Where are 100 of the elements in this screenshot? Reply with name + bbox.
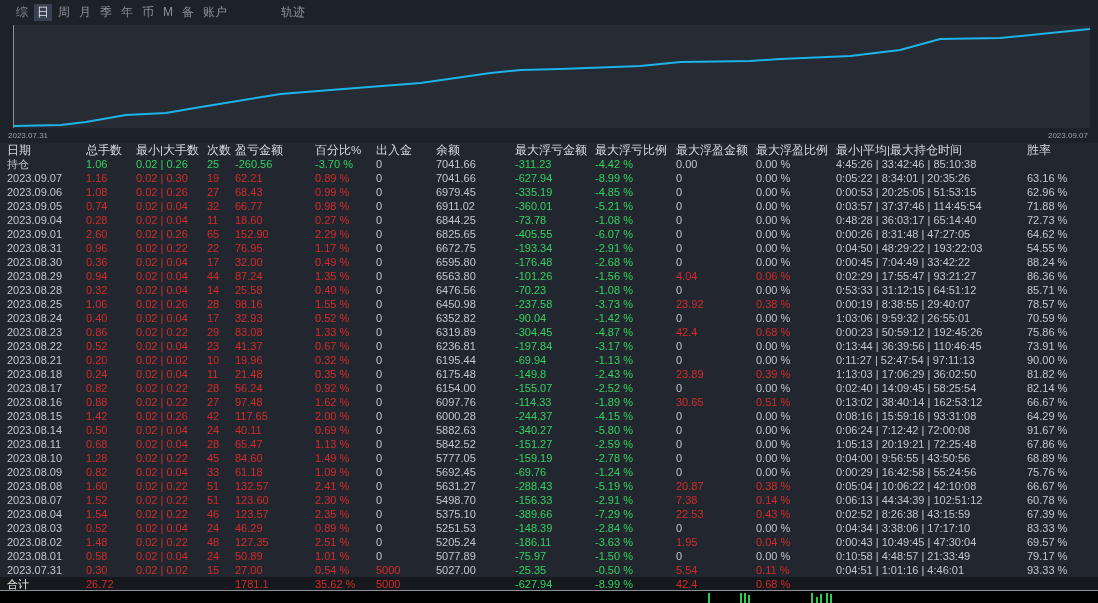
table-cell: 6563.80 bbox=[436, 269, 476, 283]
table-cell: 75.76 % bbox=[1027, 465, 1068, 479]
table-cell: 0:06:13 | 44:34:39 | 102:51:12 bbox=[836, 493, 983, 507]
table-cell: 5842.52 bbox=[436, 437, 476, 451]
tab[interactable]: 轨迹 bbox=[278, 4, 308, 21]
table-cell: 0.02 | 0.02 bbox=[136, 563, 188, 577]
table-cell: -156.33 bbox=[515, 493, 553, 507]
table-cell: 0 bbox=[376, 171, 383, 185]
table-cell: -148.39 bbox=[515, 521, 553, 535]
table-cell: -149.8 bbox=[515, 367, 547, 381]
table-cell: -2.52 % bbox=[595, 381, 633, 395]
tab[interactable]: 月 bbox=[76, 4, 94, 21]
table-cell: 62.96 % bbox=[1027, 185, 1068, 199]
table-cell: 0 bbox=[676, 227, 683, 241]
table-cell: 0.02 | 0.04 bbox=[136, 423, 188, 437]
table-cell: -244.37 bbox=[515, 409, 553, 423]
table-cell: 0.02 | 0.30 bbox=[136, 171, 188, 185]
table-cell: 0 bbox=[376, 493, 383, 507]
table-cell: -0.50 % bbox=[595, 563, 633, 577]
table-cell: 64.62 % bbox=[1027, 227, 1068, 241]
table-cell: 0.11 % bbox=[756, 563, 790, 577]
table-cell: 6236.81 bbox=[436, 339, 476, 353]
table-cell: 0.02 | 0.22 bbox=[136, 493, 188, 507]
table-cell: 98.16 bbox=[235, 297, 263, 311]
tab[interactable]: 季 bbox=[97, 4, 115, 21]
table-cell: 5692.45 bbox=[436, 465, 476, 479]
table-cell: 0.02 | 0.22 bbox=[136, 381, 188, 395]
table-cell: 117.65 bbox=[235, 409, 268, 423]
table-cell: 28 bbox=[207, 381, 220, 395]
table-cell: 45 bbox=[207, 451, 220, 465]
column-header: 最大浮盈金额 bbox=[676, 143, 748, 157]
tab[interactable]: 币 bbox=[139, 4, 157, 21]
table-cell: -3.70 % bbox=[315, 157, 353, 171]
table-cell: 2023.08.09 bbox=[7, 465, 63, 479]
table-cell: 0.40 bbox=[86, 311, 108, 325]
table-cell: 2023.07.31 bbox=[7, 563, 63, 577]
table-cell: 2.30 % bbox=[315, 493, 350, 507]
table-cell: 0.04 % bbox=[756, 535, 791, 549]
table-cell: 67.39 % bbox=[1027, 507, 1068, 521]
tab[interactable]: 综 bbox=[13, 4, 31, 21]
table-cell: 2023.08.07 bbox=[7, 493, 63, 507]
table-cell: -4.87 % bbox=[595, 325, 633, 339]
table-cell: 25 bbox=[207, 157, 220, 171]
column-header: 次数 bbox=[207, 143, 231, 157]
table-cell: 6476.56 bbox=[436, 283, 476, 297]
table-cell: 0.00 % bbox=[756, 549, 791, 563]
table-cell: 0:00:45 | 7:04:49 | 33:42:22 bbox=[836, 255, 971, 269]
table-cell: 0.43 % bbox=[756, 507, 791, 521]
table-cell: 0.02 | 0.04 bbox=[136, 255, 188, 269]
table-cell: 0 bbox=[376, 157, 383, 171]
table-cell: 6825.65 bbox=[436, 227, 476, 241]
table-cell: 41.37 bbox=[235, 339, 263, 353]
table-cell: 0 bbox=[376, 255, 383, 269]
table-cell: -69.76 bbox=[515, 465, 547, 479]
table-cell: 0 bbox=[376, 507, 383, 521]
table-cell: 0.02 | 0.22 bbox=[136, 325, 188, 339]
table-cell: 2023.08.21 bbox=[7, 353, 63, 367]
table-cell: 75.86 % bbox=[1027, 325, 1068, 339]
table-cell: 0.38 % bbox=[756, 479, 791, 493]
table-cell: -2.59 % bbox=[595, 437, 633, 451]
table-cell: 2023.08.29 bbox=[7, 269, 63, 283]
table-cell: 0.92 % bbox=[315, 381, 350, 395]
table-cell: 88.24 % bbox=[1027, 255, 1068, 269]
tab[interactable]: 周 bbox=[55, 4, 73, 21]
table-cell: 0.35 % bbox=[315, 367, 350, 381]
table-cell: 64.29 % bbox=[1027, 409, 1068, 423]
table-cell: -335.19 bbox=[515, 185, 553, 199]
table-cell: 23.89 bbox=[676, 367, 704, 381]
table-cell: 1:13:03 | 17:06:29 | 36:02:50 bbox=[836, 367, 977, 381]
table-cell: 29 bbox=[207, 325, 220, 339]
table-cell: 2023.08.22 bbox=[7, 339, 63, 353]
table-cell: 0 bbox=[376, 423, 383, 437]
tab[interactable]: M bbox=[160, 4, 176, 21]
table-cell: 0.28 bbox=[86, 213, 108, 227]
table-cell: 0:04:51 | 1:01:16 | 4:46:01 bbox=[836, 563, 965, 577]
tab[interactable]: 账户 bbox=[200, 4, 230, 21]
table-cell: 0.00 % bbox=[756, 171, 791, 185]
table-cell: 127.35 bbox=[235, 535, 269, 549]
table-cell: 1.95 bbox=[676, 535, 698, 549]
table-cell: 42.4 bbox=[676, 577, 698, 591]
table-cell: 2023.08.16 bbox=[7, 395, 63, 409]
tab[interactable]: 日 bbox=[34, 4, 52, 21]
table-cell: 17 bbox=[207, 311, 220, 325]
table-cell: 2023.08.30 bbox=[7, 255, 63, 269]
tab[interactable]: 备 bbox=[179, 4, 197, 21]
table-cell: 0:53:33 | 31:12:15 | 64:51:12 bbox=[836, 283, 977, 297]
table-cell: 27 bbox=[207, 185, 220, 199]
table-cell: -4.85 % bbox=[595, 185, 633, 199]
table-cell: -197.84 bbox=[515, 339, 553, 353]
table-cell: 5251.53 bbox=[436, 521, 476, 535]
tab[interactable]: 年 bbox=[118, 4, 136, 21]
table-cell: 5000 bbox=[376, 577, 401, 591]
table-cell: 4.04 bbox=[676, 269, 698, 283]
table-cell: 2023.08.15 bbox=[7, 409, 63, 423]
table-cell: 27 bbox=[207, 395, 220, 409]
table-cell: 0.00 % bbox=[756, 521, 791, 535]
table-cell: 0.02 | 0.04 bbox=[136, 521, 188, 535]
table-cell: 63.16 % bbox=[1027, 171, 1068, 185]
table-cell: 66.77 bbox=[235, 199, 263, 213]
table-cell: 5631.27 bbox=[436, 479, 476, 493]
